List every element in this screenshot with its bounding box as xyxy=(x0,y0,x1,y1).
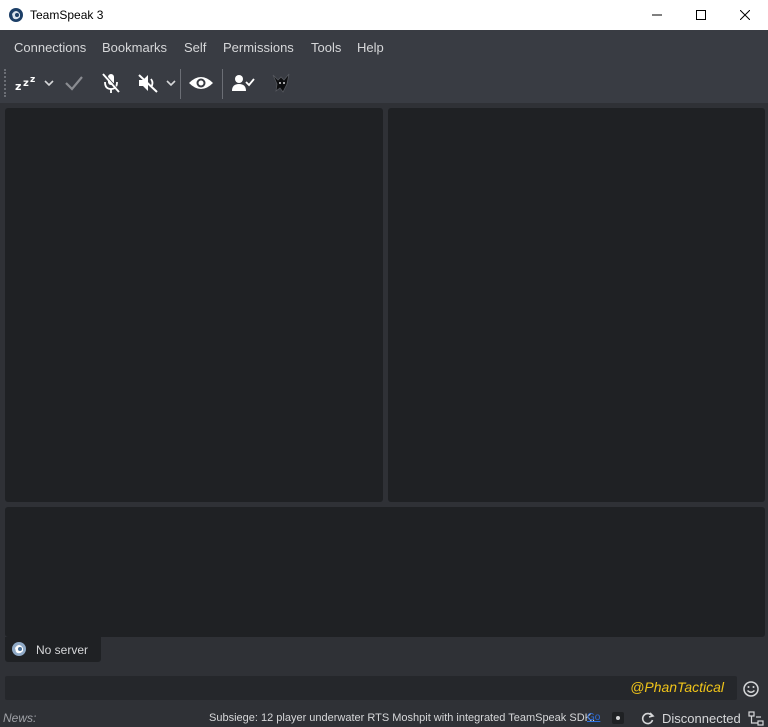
user-check-icon xyxy=(232,75,255,91)
speaker-dropdown[interactable] xyxy=(164,69,178,97)
wolf-button[interactable] xyxy=(266,69,296,97)
server-tab[interactable]: No server xyxy=(5,637,101,662)
smiley-icon[interactable] xyxy=(742,680,760,698)
contacts-button[interactable] xyxy=(229,69,257,97)
chevron-down-icon xyxy=(44,80,54,87)
title-bar: TeamSpeak 3 xyxy=(0,0,768,30)
server-tab-label: No server xyxy=(36,643,89,657)
news-ticker: Subsiege: 12 player underwater RTS Moshp… xyxy=(209,712,596,724)
menu-bookmarks[interactable]: Bookmarks xyxy=(102,40,167,55)
window-title: TeamSpeak 3 xyxy=(30,8,104,22)
maximize-icon xyxy=(696,10,706,20)
maximize-button[interactable] xyxy=(678,0,724,30)
status-bar: News: Subsiege: 12 player underwater RTS… xyxy=(0,708,768,727)
microphone-muted-icon xyxy=(102,72,121,93)
toolbar: z z z xyxy=(0,63,768,103)
channel-tree-panel[interactable] xyxy=(5,108,383,502)
subscribe-button[interactable] xyxy=(186,69,216,97)
mute-microphone-button[interactable] xyxy=(98,69,124,97)
minimize-button[interactable] xyxy=(634,0,680,30)
info-panel[interactable] xyxy=(388,108,765,502)
menu-connections[interactable]: Connections xyxy=(14,40,86,55)
toolbar-separator xyxy=(180,69,181,99)
teamspeak-logo-icon xyxy=(12,642,26,656)
refresh-icon[interactable] xyxy=(641,711,655,725)
chat-input[interactable]: @PhanTactical xyxy=(5,676,737,700)
chat-log-panel[interactable] xyxy=(5,507,765,637)
svg-text:z: z xyxy=(30,75,35,85)
toolbar-grip[interactable] xyxy=(4,69,8,97)
news-link[interactable]: Go xyxy=(587,712,600,723)
menu-tools[interactable]: Tools xyxy=(311,40,341,55)
away-icon: z z z xyxy=(15,75,35,93)
svg-text:z: z xyxy=(23,78,29,89)
toolbar-separator xyxy=(222,69,223,99)
eye-icon xyxy=(189,77,213,89)
away-dropdown[interactable] xyxy=(42,69,56,97)
menu-help[interactable]: Help xyxy=(357,40,384,55)
confirm-button[interactable] xyxy=(62,69,86,97)
teamspeak-logo-icon xyxy=(9,8,23,22)
news-label: News: xyxy=(3,711,37,725)
menu-bar: Connections Bookmarks Self Permissions T… xyxy=(0,30,768,63)
mute-speaker-button[interactable] xyxy=(134,69,162,97)
speaker-muted-icon xyxy=(138,74,158,93)
wolf-logo-icon xyxy=(272,73,290,93)
menu-permissions[interactable]: Permissions xyxy=(223,40,294,55)
minimize-icon xyxy=(652,14,662,16)
menu-self[interactable]: Self xyxy=(184,40,206,55)
checkmark-icon xyxy=(65,76,83,91)
svg-text:z: z xyxy=(15,80,21,93)
connection-status: Disconnected xyxy=(662,711,741,726)
chevron-down-icon xyxy=(166,80,176,87)
close-icon xyxy=(740,10,750,20)
away-button[interactable]: z z z xyxy=(12,69,42,97)
record-icon[interactable] xyxy=(612,712,624,724)
chat-input-text: @PhanTactical xyxy=(630,679,724,695)
close-button[interactable] xyxy=(722,0,768,30)
network-disconnected-icon[interactable] xyxy=(748,711,764,726)
